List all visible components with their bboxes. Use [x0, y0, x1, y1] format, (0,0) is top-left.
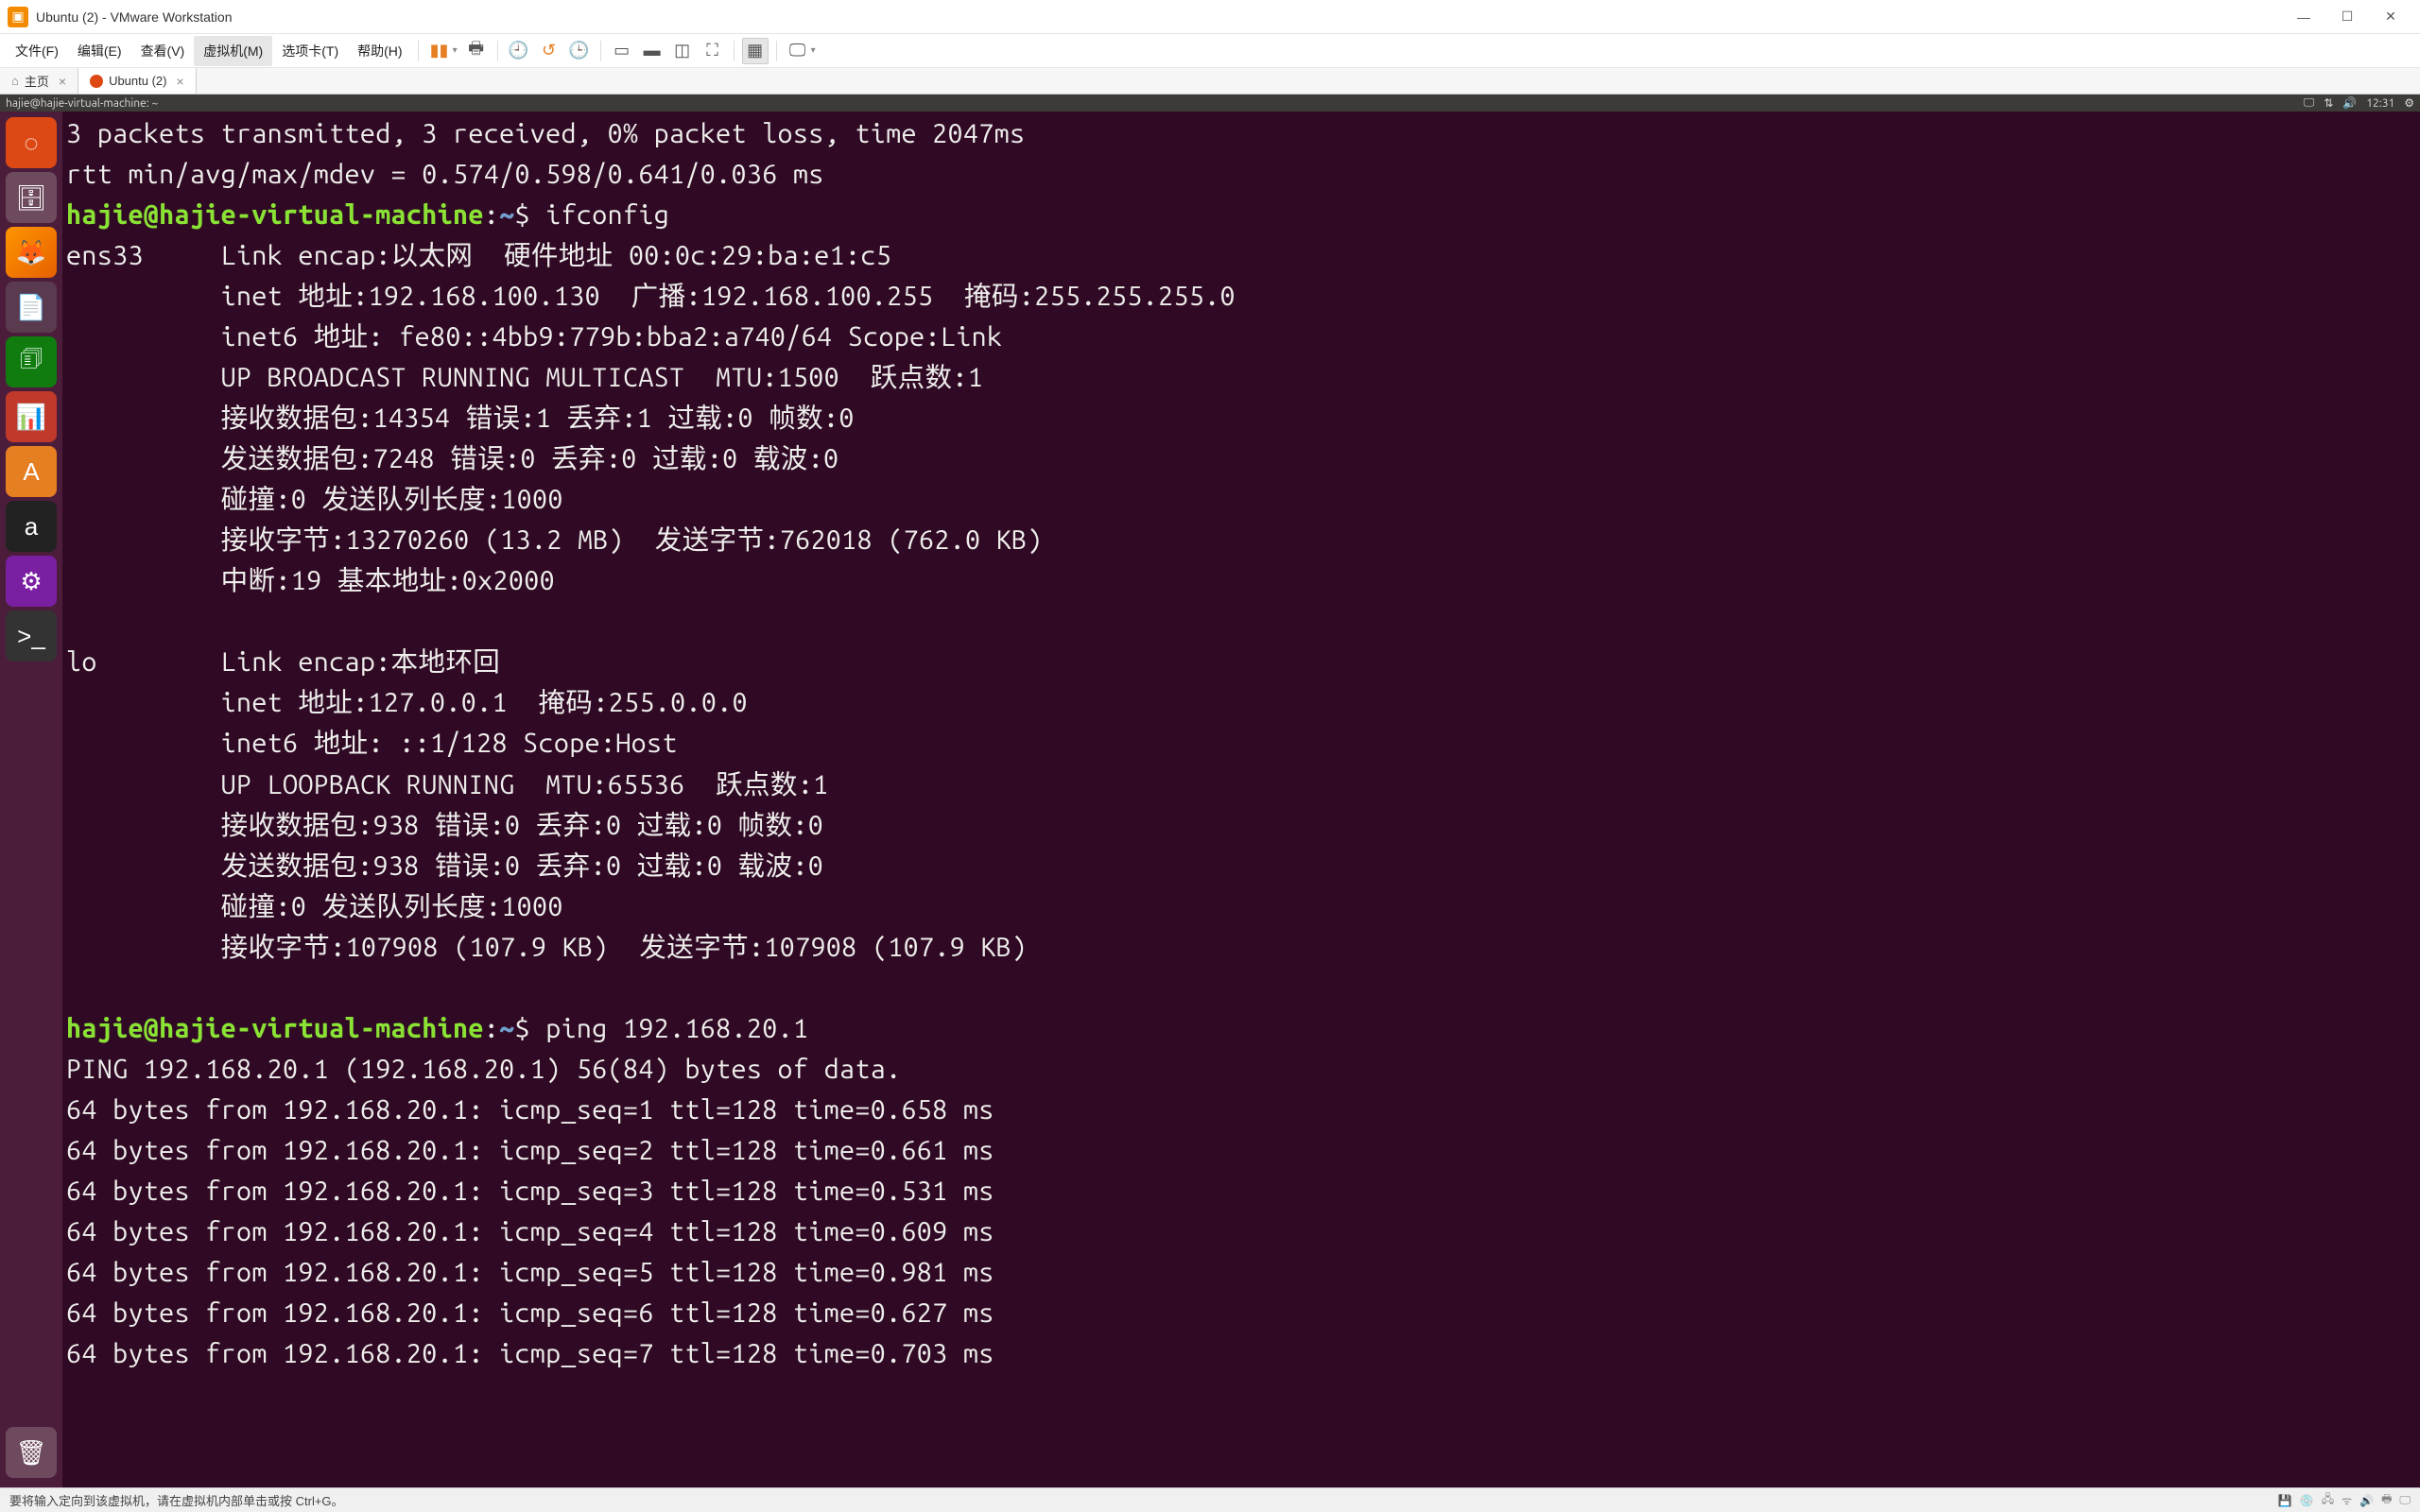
console-view-icon[interactable]: ◫	[669, 38, 696, 64]
software-center-icon[interactable]: A	[6, 446, 57, 497]
snapshot-revert-icon[interactable]: ↺	[536, 38, 562, 64]
statusbar-message: 要将输入定向到该虚拟机，请在虚拟机内部单击或按 Ctrl+G。	[9, 1491, 344, 1509]
ubuntu-topbar: hajie@hajie-virtual-machine: ~ 🖵 ⇅ 🔊 12:…	[0, 94, 2420, 112]
tab-bar: ⌂ 主页 × Ubuntu (2) ×	[0, 68, 2420, 94]
divider-icon	[497, 41, 498, 61]
firefox-icon[interactable]: 🦊	[6, 227, 57, 278]
window-title: Ubuntu (2) - VMware Workstation	[36, 9, 232, 25]
terminal-icon[interactable]: >_	[6, 610, 57, 662]
text-editor-icon[interactable]: 📄	[6, 282, 57, 333]
menu-vm[interactable]: 虚拟机(M)	[194, 36, 272, 66]
device-usb-icon[interactable]: ᯤ	[2342, 1492, 2352, 1508]
divider-icon	[600, 41, 601, 61]
amazon-icon[interactable]: a	[6, 501, 57, 552]
device-printer-icon[interactable]: 🖶	[2381, 1490, 2392, 1510]
chevron-down-icon[interactable]: ▾	[453, 45, 458, 56]
tab-ubuntu[interactable]: Ubuntu (2) ×	[78, 68, 197, 94]
device-display-icon[interactable]: 🖵	[2399, 1493, 2411, 1507]
printer-icon[interactable]: 🖶	[463, 38, 490, 64]
terminal-output[interactable]: 3 packets transmitted, 3 received, 0% pa…	[62, 112, 2420, 1487]
close-icon[interactable]: ×	[59, 74, 66, 89]
menu-tabs[interactable]: 选项卡(T)	[272, 36, 348, 66]
clock-label[interactable]: 12:31	[2366, 97, 2394, 110]
tab-ubuntu-label: Ubuntu (2)	[109, 74, 166, 88]
gear-icon[interactable]: ⚙	[2404, 96, 2414, 110]
device-disk-icon[interactable]: 💾	[2278, 1494, 2292, 1507]
divider-icon	[418, 41, 419, 61]
menu-file[interactable]: 文件(F)	[6, 36, 68, 66]
device-sound-icon[interactable]: 🔊	[2360, 1494, 2374, 1507]
home-icon: ⌂	[11, 74, 19, 88]
ubuntu-icon	[90, 75, 103, 88]
menu-help[interactable]: 帮助(H)	[348, 36, 411, 66]
menu-view[interactable]: 查看(V)	[131, 36, 195, 66]
suspend-icon[interactable]: ▮▮	[426, 38, 453, 64]
window-titlebar: ▣ Ubuntu (2) - VMware Workstation — ☐ ✕	[0, 0, 2420, 34]
unity-launcher: ◌ 🗄 🦊 📄 🗊 📊 A a ⚙ >_ 🗑	[0, 112, 62, 1487]
display-icon[interactable]: 🖵	[2304, 96, 2315, 110]
fit-guest-icon[interactable]: ▭	[609, 38, 635, 64]
tab-home[interactable]: ⌂ 主页 ×	[0, 68, 78, 94]
maximize-button[interactable]: ☐	[2325, 3, 2369, 31]
ubuntu-window-title: hajie@hajie-virtual-machine: ~	[6, 97, 158, 110]
snapshot-take-icon[interactable]: 🕘	[506, 38, 532, 64]
device-network-icon[interactable]: 🖧	[2322, 1490, 2334, 1510]
dash-icon[interactable]: ◌	[6, 117, 57, 168]
divider-icon	[734, 41, 735, 61]
close-icon[interactable]: ×	[176, 74, 183, 89]
menubar: 文件(F) 编辑(E) 查看(V) 虚拟机(M) 选项卡(T) 帮助(H) ▮▮…	[0, 34, 2420, 68]
impress-icon[interactable]: 📊	[6, 391, 57, 442]
vmware-logo-icon: ▣	[8, 7, 28, 27]
removable-devices-icon[interactable]: 🖵	[785, 38, 811, 64]
unity-icon[interactable]: ▬	[639, 38, 666, 64]
trash-icon[interactable]: 🗑	[6, 1427, 57, 1478]
chevron-down-icon[interactable]: ▾	[811, 45, 816, 56]
tab-home-label: 主页	[25, 72, 49, 90]
close-button[interactable]: ✕	[2369, 3, 2412, 31]
divider-icon	[776, 41, 777, 61]
snapshot-manager-icon[interactable]: 🕒	[566, 38, 593, 64]
fullscreen-icon[interactable]: ⛶	[700, 38, 726, 64]
settings-icon[interactable]: ⚙	[6, 556, 57, 607]
files-icon[interactable]: 🗄	[6, 172, 57, 223]
thumbnail-bar-icon[interactable]: ▦	[742, 38, 769, 64]
calc-icon[interactable]: 🗊	[6, 336, 57, 387]
network-icon[interactable]: ⇅	[2324, 96, 2333, 110]
device-cd-icon[interactable]: 💿	[2300, 1494, 2314, 1507]
vm-view[interactable]: hajie@hajie-virtual-machine: ~ 🖵 ⇅ 🔊 12:…	[0, 94, 2420, 1487]
volume-icon[interactable]: 🔊	[2342, 96, 2357, 110]
minimize-button[interactable]: —	[2282, 3, 2325, 31]
statusbar: 要将输入定向到该虚拟机，请在虚拟机内部单击或按 Ctrl+G。 💾 💿 🖧 ᯤ …	[0, 1487, 2420, 1512]
menu-edit[interactable]: 编辑(E)	[68, 36, 131, 66]
